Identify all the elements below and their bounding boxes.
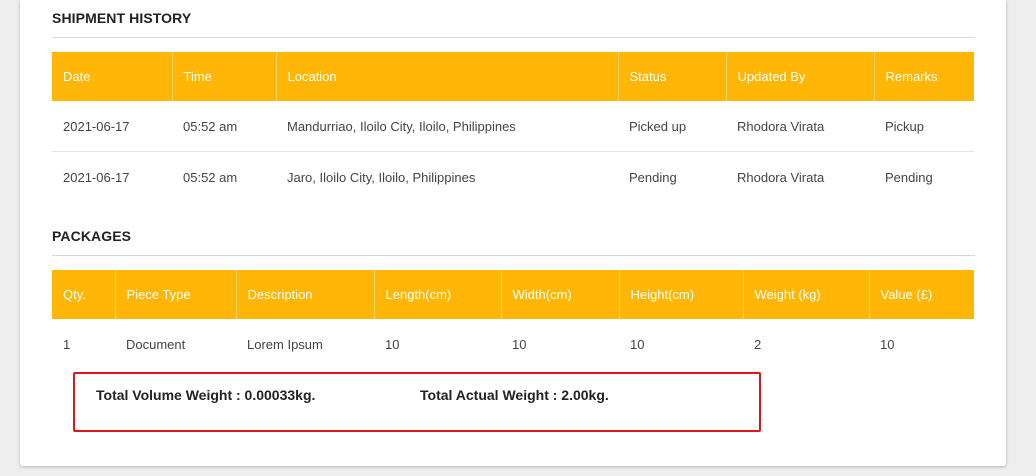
cell-location: Jaro, Iloilo City, Iloilo, Philippines — [287, 169, 476, 185]
column-header-piece-type: Piece Type — [115, 270, 237, 319]
packages-table: Qty. Piece Type Description Length(cm) W… — [52, 270, 974, 369]
column-header-weight: Weight (kg) — [743, 270, 870, 319]
column-header-value: Value (£) — [869, 270, 974, 319]
total-volume-weight: Total Volume Weight : 0.00033kg. — [96, 387, 316, 403]
table-header-row: Date Time Location Status Updated By Rem… — [52, 52, 974, 101]
cell-updated-by: Rhodora Virata — [726, 101, 874, 152]
column-header-description: Description — [236, 270, 375, 319]
table-row: 2021-06-17 05:52 am Jaro, Iloilo City, I… — [52, 152, 974, 203]
cell-width: 10 — [512, 336, 527, 352]
column-header-qty: Qty. — [52, 270, 116, 319]
column-header-location: Location — [276, 52, 619, 101]
column-header-status: Status — [618, 52, 727, 101]
shipment-history-table: Date Time Location Status Updated By Rem… — [52, 52, 974, 202]
cell-remarks: Pickup — [874, 101, 974, 152]
packages-title: PACKAGES — [52, 228, 132, 244]
cell-length: 10 — [385, 336, 400, 352]
packages-divider — [52, 255, 975, 256]
cell-piece-type: Document — [126, 336, 186, 352]
shipment-history-title: SHIPMENT HISTORY — [52, 10, 192, 26]
cell-date: 2021-06-17 — [63, 169, 130, 185]
column-header-width: Width(cm) — [501, 270, 620, 319]
cell-description: Lorem Ipsum — [247, 336, 323, 352]
cell-date: 2021-06-17 — [52, 101, 172, 152]
table-header-row: Qty. Piece Type Description Length(cm) W… — [52, 270, 974, 319]
column-header-date: Date — [52, 52, 173, 101]
cell-height: 10 — [630, 336, 645, 352]
column-header-length: Length(cm) — [374, 270, 502, 319]
cell-weight: 2 — [754, 336, 762, 352]
cell-time: 05:52 am — [183, 169, 238, 185]
cell-updated-by: Rhodora Virata — [737, 169, 825, 185]
column-header-height: Height(cm) — [619, 270, 744, 319]
total-actual-weight: Total Actual Weight : 2.00kg. — [420, 387, 609, 403]
cell-status: Picked up — [618, 101, 726, 152]
cell-status: Pending — [629, 169, 677, 185]
cell-remarks: Pending — [885, 169, 933, 185]
cell-qty: 1 — [63, 336, 71, 352]
column-header-time: Time — [172, 52, 277, 101]
table-row: 1 Document Lorem Ipsum 10 10 10 2 10 — [52, 319, 974, 369]
cell-location: Mandurriao, Iloilo City, Iloilo, Philipp… — [276, 101, 618, 152]
shipment-details-card: SHIPMENT HISTORY Date Time Location Stat… — [20, 0, 1006, 466]
column-header-updated-by: Updated By — [726, 52, 875, 101]
cell-time: 05:52 am — [172, 101, 276, 152]
shipment-history-divider — [52, 37, 975, 38]
cell-value: 10 — [880, 336, 895, 352]
totals-highlight-box: Total Volume Weight : 0.00033kg. Total A… — [73, 372, 761, 432]
table-row: 2021-06-17 05:52 am Mandurriao, Iloilo C… — [52, 101, 974, 152]
column-header-remarks: Remarks — [874, 52, 974, 101]
